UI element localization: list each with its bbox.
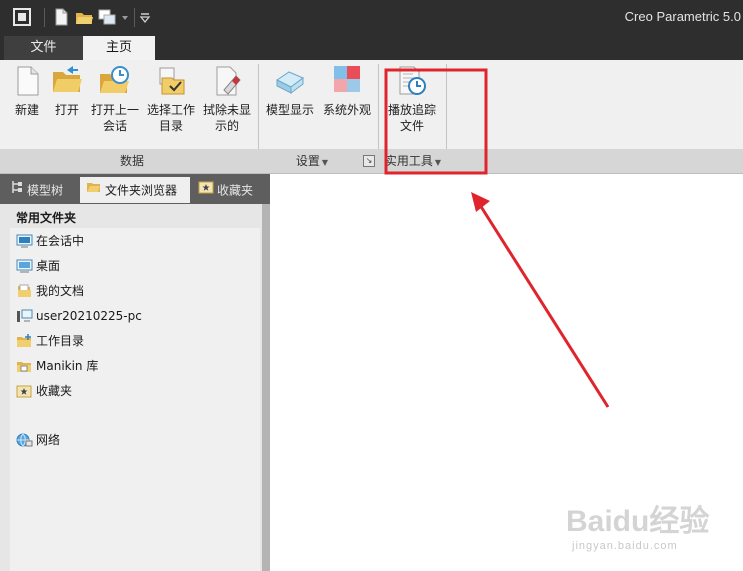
new-file-icon — [10, 64, 44, 98]
customize-quick-access-icon[interactable] — [139, 7, 151, 27]
tab-favorites[interactable]: 收藏夹 — [192, 177, 264, 203]
model-display-label: 模型显示 — [265, 103, 314, 117]
play-trail-file-button[interactable]: 播放追踪 文件 — [383, 64, 441, 134]
open-folder-icon — [50, 64, 84, 98]
play-trail-file-icon — [395, 64, 429, 98]
new-button-label: 新建 — [14, 103, 39, 117]
quick-access-separator — [134, 8, 135, 27]
model-tree-icon — [10, 177, 24, 203]
list-item-favorites[interactable]: 收藏夹 — [16, 381, 72, 401]
folder-browser-icon — [86, 177, 102, 203]
favorites-icon — [198, 177, 214, 203]
list-item-computer[interactable]: user20210225-pc — [16, 306, 142, 326]
list-item-manikin-library[interactable]: Manikin 库 — [16, 356, 98, 376]
open-last-session-button[interactable]: 打开上一 会话 — [88, 64, 142, 134]
quick-open-icon[interactable] — [74, 7, 94, 27]
my-documents-icon — [16, 284, 33, 298]
tab-file[interactable]: 文件 — [4, 36, 83, 60]
open-button[interactable]: 打开 — [48, 64, 86, 118]
navigator-tabs: 模型树 文件夹浏览器 收藏夹 — [0, 174, 270, 204]
app-logo-icon[interactable] — [12, 7, 32, 27]
list-item-desktop[interactable]: 桌面 — [16, 256, 60, 276]
window-title: Creo Parametric 5.0 — [624, 9, 741, 24]
list-item-network[interactable]: 网络 — [16, 430, 60, 450]
watermark-brand: Baidu经验 — [566, 504, 709, 538]
working-directory-icon — [16, 333, 33, 348]
favorites-folder-icon — [16, 384, 33, 398]
list-item-my-documents[interactable]: 我的文档 — [16, 281, 84, 301]
system-appearance-button[interactable]: 系统外观 — [320, 64, 374, 118]
open-last-session-label: 打开上一 会话 — [90, 103, 139, 133]
system-appearance-icon — [330, 64, 364, 98]
model-display-icon — [273, 64, 307, 98]
chevron-down-icon: ▼ — [434, 158, 442, 167]
list-item-in-session[interactable]: 在会话中 — [16, 231, 84, 251]
watermark-url: jingyan.baidu.com — [572, 540, 678, 552]
group-label-settings[interactable]: 设置 ▼ — [282, 152, 342, 169]
open-last-session-icon — [98, 64, 132, 98]
tab-folder-browser[interactable]: 文件夹浏览器 — [80, 177, 190, 203]
play-trail-file-label: 播放追踪 文件 — [387, 103, 436, 133]
dialog-launcher-icon[interactable]: ↘ — [363, 155, 375, 167]
open-button-label: 打开 — [54, 103, 79, 117]
system-appearance-label: 系统外观 — [322, 103, 371, 117]
desktop-icon — [16, 259, 33, 273]
tab-model-tree[interactable]: 模型树 — [4, 177, 78, 203]
erase-not-displayed-button[interactable]: 拭除未显 示的 — [200, 64, 254, 134]
group-label-data: 数据 — [119, 154, 144, 168]
list-item-working-directory[interactable]: 工作目录 — [16, 331, 84, 351]
new-button[interactable]: 新建 — [8, 64, 46, 118]
group-label-utilities[interactable]: 实用工具 ▼ — [380, 152, 446, 169]
computer-icon — [16, 309, 33, 323]
ribbon-tab-bar: 文件 主页 — [0, 36, 743, 60]
title-bar: Creo Parametric 5.0 — [0, 0, 743, 36]
in-session-icon — [16, 234, 33, 248]
select-working-directory-button[interactable]: 选择工作 目录 — [144, 64, 198, 134]
select-working-directory-icon — [154, 64, 188, 98]
navigator-scrollbar[interactable] — [262, 204, 270, 571]
network-icon — [16, 433, 33, 447]
ribbon: 新建 打开 打开上一 会话 选择工作 目录 拭除未显 示的 模型显示 系统外观 … — [0, 60, 743, 174]
erase-not-displayed-icon — [210, 64, 244, 98]
select-working-directory-label: 选择工作 目录 — [146, 103, 195, 133]
chevron-down-icon: ▼ — [321, 158, 329, 167]
quick-access-separator — [44, 8, 45, 27]
common-folders-heading: 常用文件夹 — [16, 211, 77, 225]
tab-home[interactable]: 主页 — [83, 36, 155, 60]
manikin-library-icon — [16, 359, 33, 373]
model-display-button[interactable]: 模型显示 — [262, 64, 318, 118]
quick-windows-dropdown-icon[interactable] — [120, 7, 130, 27]
quick-windows-icon[interactable] — [97, 7, 117, 27]
quick-new-icon[interactable] — [51, 7, 71, 27]
erase-not-displayed-label: 拭除未显 示的 — [202, 103, 251, 133]
